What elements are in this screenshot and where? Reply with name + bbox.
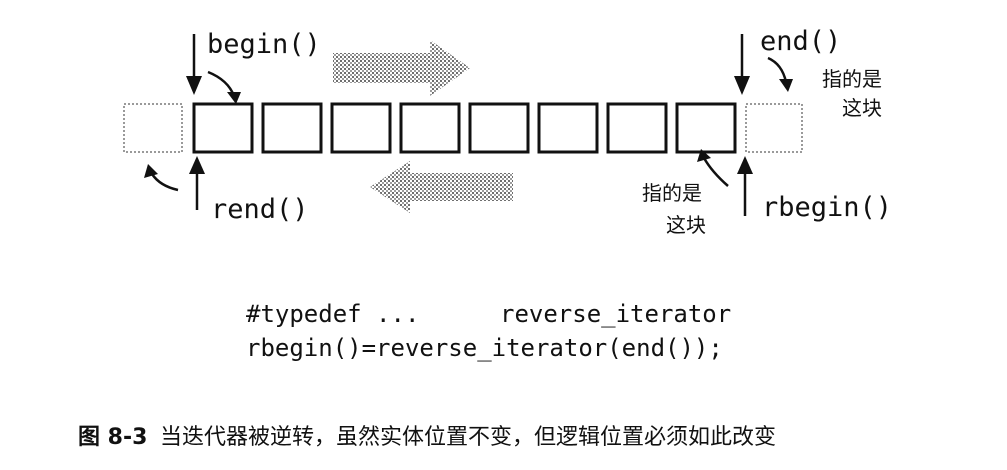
rbegin-pointer-arrow bbox=[737, 156, 753, 216]
rend-curved-arrow bbox=[144, 164, 179, 192]
rbegin-label: rbegin() bbox=[762, 192, 892, 223]
forward-direction-arrow bbox=[333, 40, 470, 96]
begin-pointer-arrow bbox=[186, 34, 202, 95]
figure-number: 图 8-3 bbox=[78, 425, 147, 450]
element-cell-7 bbox=[606, 102, 668, 154]
rend-pointer-arrow bbox=[189, 156, 205, 210]
past-the-end-cell bbox=[745, 103, 803, 153]
end-note-line1: 指的是 bbox=[822, 67, 882, 91]
element-cell-3 bbox=[330, 102, 392, 154]
code-line2: rbegin()=reverse_iterator(end()); bbox=[246, 334, 723, 362]
element-cell-5 bbox=[468, 102, 530, 154]
rbegin-note-line2: 这块 bbox=[666, 213, 706, 237]
element-cell-8 bbox=[675, 102, 737, 154]
end-label: end() bbox=[760, 26, 841, 57]
before-begin-cell bbox=[123, 103, 183, 153]
reverse-iterator-diagram: begin() end() 指的是 这块 rend() rbegin() 指的是… bbox=[78, 26, 892, 450]
element-cell-4 bbox=[399, 102, 461, 154]
begin-label: begin() bbox=[207, 29, 321, 60]
element-cell-2 bbox=[261, 102, 323, 154]
end-curved-arrow bbox=[767, 56, 793, 92]
rbegin-note-line1: 指的是 bbox=[642, 181, 702, 205]
rend-label: rend() bbox=[211, 194, 309, 225]
element-cells bbox=[192, 102, 737, 154]
code-line1-typedef: #typedef ... bbox=[246, 300, 419, 328]
element-cell-6 bbox=[537, 102, 599, 154]
code-line1-type: reverse_iterator bbox=[500, 300, 731, 328]
element-cell-1 bbox=[192, 102, 254, 154]
begin-curved-arrow bbox=[207, 70, 241, 104]
end-note-line2: 这块 bbox=[842, 96, 882, 120]
reverse-direction-arrow bbox=[370, 161, 513, 213]
figure-caption: 当迭代器被逆转，虽然实体位置不变，但逻辑位置必须如此改变 bbox=[160, 425, 776, 450]
end-pointer-arrow bbox=[734, 34, 750, 95]
